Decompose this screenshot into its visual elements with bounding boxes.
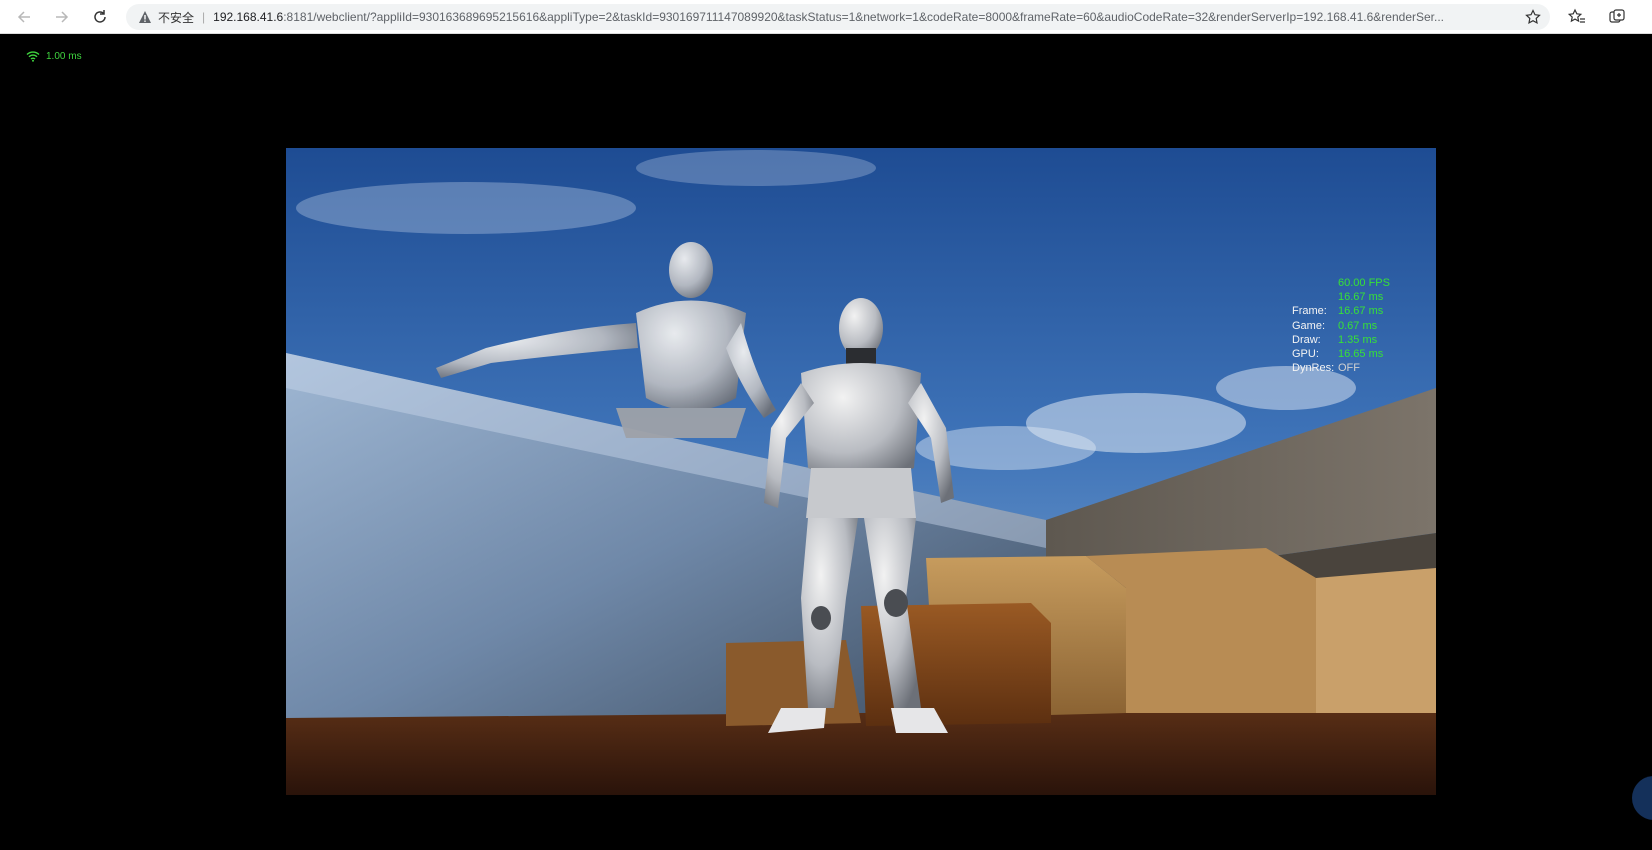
game-scene (286, 148, 1436, 795)
stat-value: 0.67 ms (1338, 319, 1378, 332)
floating-help-button[interactable] (1632, 776, 1652, 820)
game-stream-viewport[interactable]: 60.00 FPS 16.67 ms Frame: 16.67 ms Game: 0… (286, 148, 1436, 795)
security-label[interactable]: 不安全 (158, 9, 194, 26)
favorites-icon (1568, 8, 1585, 23)
back-button[interactable] (10, 3, 38, 31)
frame-total-value: 16.67 ms (1338, 291, 1384, 304)
collections-button[interactable] (1607, 7, 1627, 27)
stat-dynres: DynRes: OFF (1292, 361, 1390, 375)
reload-button[interactable] (86, 3, 114, 31)
url-separator: | (202, 10, 206, 24)
engine-stats-overlay: 60.00 FPS 16.67 ms Frame: 16.67 ms Game: 0… (1292, 276, 1390, 375)
url-path: :8181/webclient/?appliId=930163689695215… (283, 10, 1444, 24)
address-bar[interactable]: 不安全 | 192.168.41.6:8181/webclient/?appli… (126, 4, 1550, 30)
stat-value: 16.65 ms (1338, 348, 1384, 361)
stat-frame-total: 16.67 ms (1292, 290, 1390, 304)
stat-value: 16.67 ms (1338, 305, 1384, 318)
stat-label: GPU: (1292, 348, 1319, 361)
arrow-left-icon (17, 10, 30, 23)
collections-icon (1609, 9, 1625, 23)
reader-mode-button[interactable] (1516, 4, 1550, 30)
stat-game: Game: 0.67 ms (1292, 319, 1390, 333)
fps-value: 60.00 FPS (1338, 277, 1390, 289)
stat-fps: 60.00 FPS (1292, 276, 1390, 290)
favorites-button[interactable] (1567, 7, 1587, 27)
latency-value: 1.00 ms (46, 50, 82, 62)
forward-button[interactable] (48, 3, 76, 31)
stat-value: 1.35 ms (1338, 333, 1378, 346)
warning-icon (139, 11, 151, 23)
reload-icon (94, 9, 106, 23)
stat-label: Frame: (1292, 305, 1327, 318)
stat-label: DynRes: (1292, 362, 1335, 375)
stat-gpu: GPU: 16.65 ms (1292, 347, 1390, 361)
wifi-icon (26, 51, 40, 62)
stat-value: OFF (1338, 362, 1360, 375)
network-indicator: 1.00 ms (26, 50, 82, 62)
arrow-right-icon (56, 10, 69, 23)
stat-label: Draw: (1292, 333, 1321, 346)
url-host: 192.168.41.6 (213, 10, 284, 24)
stat-label: Game: (1292, 319, 1326, 332)
stat-draw: Draw: 1.35 ms (1292, 333, 1390, 347)
stat-frame: Frame: 16.67 ms (1292, 304, 1390, 318)
browser-toolbar: 不安全 | 192.168.41.6:8181/webclient/?appli… (0, 0, 1652, 34)
star-add-icon (1525, 9, 1541, 25)
